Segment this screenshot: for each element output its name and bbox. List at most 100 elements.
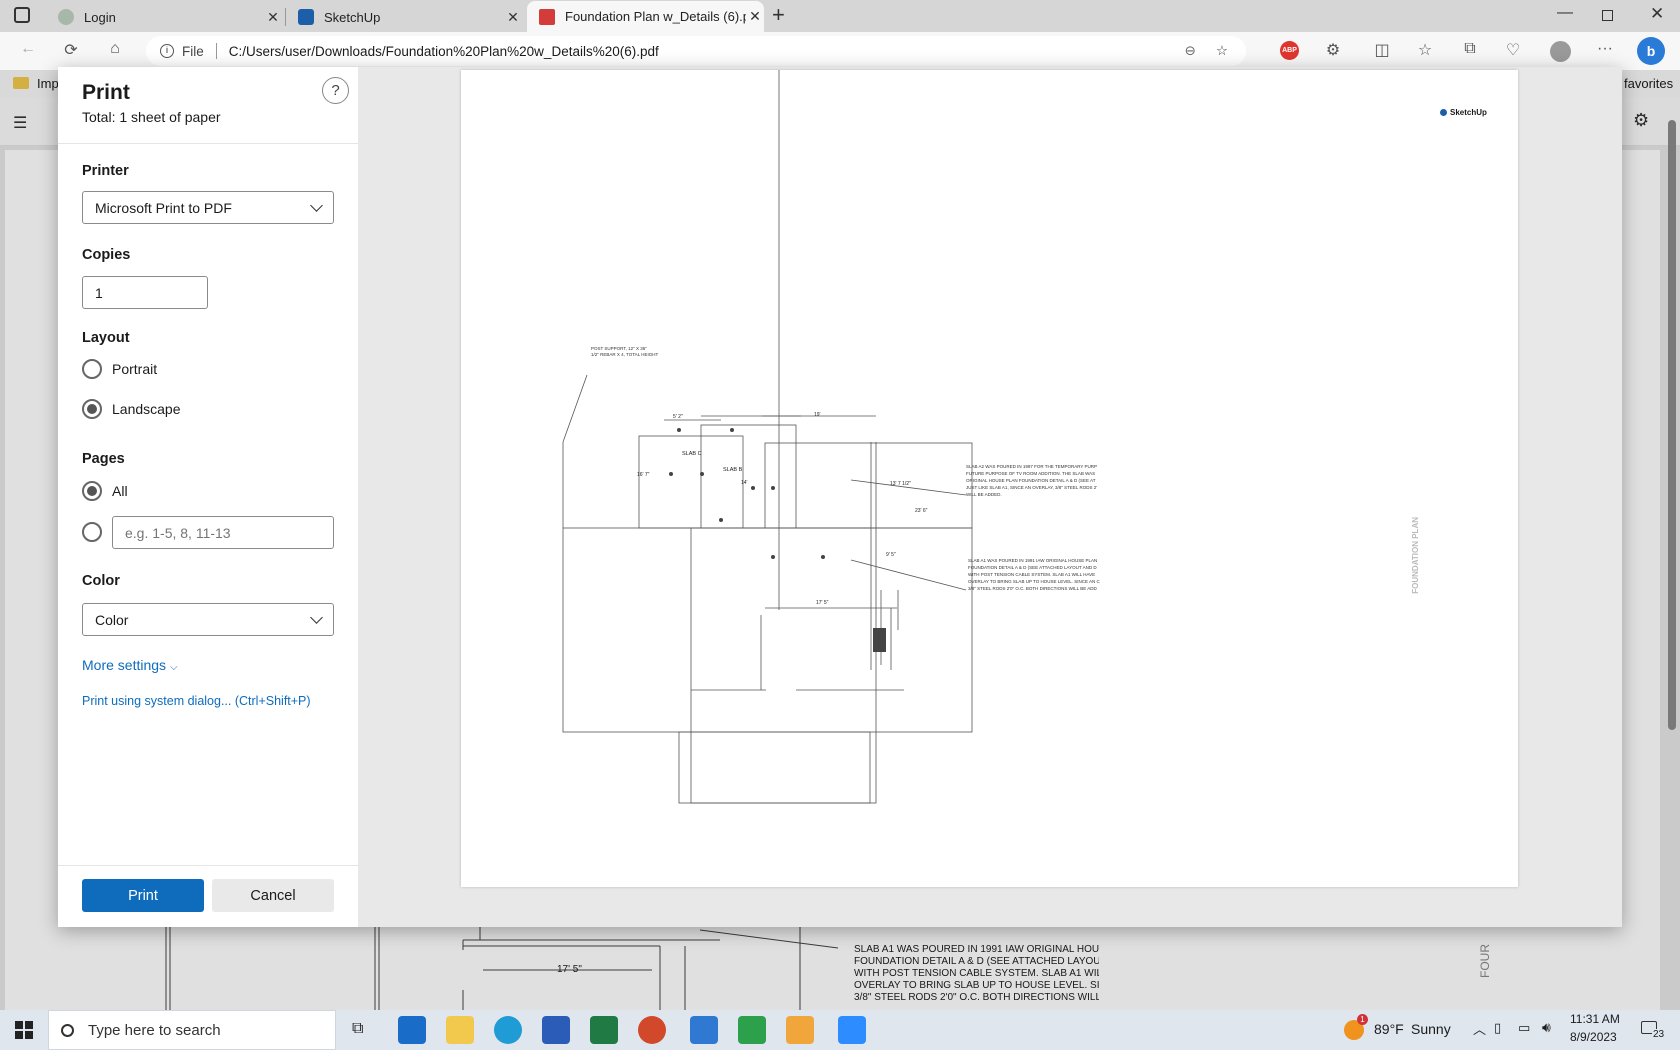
page-range-input[interactable] [112,516,334,549]
refresh-button[interactable]: ⟳ [56,40,86,60]
chevron-down-icon [310,610,323,624]
start-button[interactable] [15,1021,33,1039]
close-tab-icon[interactable]: ✕ [504,9,522,26]
system-dialog-link[interactable]: Print using system dialog... (Ctrl+Shift… [82,694,311,708]
media-app-icon[interactable] [786,1016,814,1044]
copies-label: Copies [82,247,131,263]
dimension-label: 13' 7 1/2" [890,481,911,487]
slab-c-label: SLAB C [682,451,702,457]
notification-count: 23 [1652,1029,1666,1040]
maximize-button[interactable] [1602,10,1613,21]
landscape-radio[interactable] [82,399,102,419]
close-window-button[interactable]: ✕ [1650,4,1664,24]
more-settings-link[interactable]: More settings ⌵ [82,657,178,673]
note-line: 3/8" STEEL RODS 2'0" O.C. BOTH DIRECTION… [968,586,1097,591]
browser-essentials-icon[interactable]: ♡ [1498,40,1528,60]
print-settings-panel: Print Total: 1 sheet of paper ? Printer … [58,67,358,927]
url-text: C:/Users/user/Downloads/Foundation%20Pla… [228,43,659,59]
weather-badge: 1 [1357,1014,1368,1025]
battery-icon[interactable]: ▭ [1518,1020,1530,1036]
dimension-label: 19' [814,412,821,418]
portrait-radio[interactable] [82,359,102,379]
copies-input[interactable]: 1 [82,276,208,309]
login-favicon-icon [58,9,74,25]
split-screen-icon[interactable]: ◫ [1367,40,1397,60]
adblock-icon[interactable]: ABP [1280,41,1299,60]
print-button[interactable]: Print [82,879,204,912]
edge-icon[interactable] [494,1016,522,1044]
tab-actions-icon[interactable] [14,7,30,23]
pdf-favicon-icon [539,8,555,25]
tab-label: SketchUp [324,9,381,25]
address-bar[interactable]: i File C:/Users/user/Downloads/Foundatio… [146,36,1246,66]
note-line: OVERLAY TO BRING SLAB UP TO HOUSE LEVEL.… [968,579,1100,584]
word-icon[interactable] [542,1016,570,1044]
color-label: Color [82,573,120,589]
slab-b-label: SLAB B [723,467,743,473]
weather-temp[interactable]: 89°F [1374,1021,1404,1037]
portrait-label[interactable]: Portrait [112,361,157,377]
cancel-button[interactable]: Cancel [212,879,334,912]
pages-custom-radio[interactable] [82,522,102,542]
dimension-label: 14' [741,480,748,486]
outlook-icon[interactable] [398,1016,426,1044]
close-tab-icon[interactable]: ✕ [746,8,764,25]
chart-app-icon[interactable] [738,1016,766,1044]
slab-a1-note: SLAB A1 WAS POURED IN 1991 IAW ORIGINAL … [968,557,1113,592]
task-view-icon[interactable]: ⧉ [352,1020,363,1038]
search-placeholder: Type here to search [88,1021,221,1039]
chevron-up-icon[interactable]: ︿ [1473,1019,1486,1038]
excel-icon[interactable] [590,1016,618,1044]
note-line: JUST LIKE SLAB A1, SINCE AN OVERLAY, 3/8… [966,485,1098,490]
tab-label: Foundation Plan w_Details (6).pdf [565,9,746,24]
home-button[interactable]: ⌂ [100,40,130,58]
slab-a2-note: SLAB A2 WAS POURED IN 1997 FOR THE TEMPO… [966,463,1113,498]
back-button[interactable]: ← [13,40,43,58]
minimize-button[interactable]: — [1557,4,1573,22]
favorites-icon[interactable]: ☆ [1410,40,1440,60]
volume-icon[interactable]: 🔊︎ [1542,1019,1551,1036]
search-icon [61,1023,74,1037]
file-explorer-icon[interactable] [446,1016,474,1044]
url-divider [215,43,217,59]
close-tab-icon[interactable]: ✕ [264,9,282,26]
info-icon[interactable]: i [160,44,174,58]
clock-time[interactable]: 11:31 AM [1570,1012,1620,1026]
favorite-star-icon[interactable]: ☆ [1216,43,1228,59]
copies-value: 1 [95,284,103,301]
tab-login[interactable]: Login ✕ [46,2,282,32]
more-menu-icon[interactable]: ··· [1590,40,1620,58]
weather-condition[interactable]: Sunny [1411,1021,1451,1037]
copilot-icon[interactable]: b [1637,37,1665,65]
zoom-out-icon[interactable]: ⊖ [1185,43,1196,59]
collections-icon[interactable]: ⧉ [1455,40,1485,58]
note-line: 1/2" REBAR X 4, TOTAL HEIGHT [591,352,659,357]
powerpoint-icon[interactable] [638,1016,666,1044]
tab-pdf[interactable]: Foundation Plan w_Details (6).pdf ✕ [527,1,764,32]
dimension-label: 9' 5" [886,552,896,558]
print-preview-page: SketchUp FOUNDATION PLAN POST SUPPORT, 1… [461,70,1518,887]
store-icon[interactable] [690,1016,718,1044]
note-line: WITH POST TENSION CABLE SYSTEM. SLAB A1 … [968,572,1096,577]
footer-divider [58,865,358,866]
help-button[interactable]: ? [322,77,349,104]
post-support-note: POST SUPPORT, 12" X 36" 1/2" REBAR X 4, … [591,346,658,358]
extensions-icon[interactable]: ⚙ [1318,40,1348,60]
profile-avatar[interactable] [1550,41,1571,62]
tab-label: Login [84,9,116,25]
tab-sketchup[interactable]: SketchUp ✕ [286,2,522,32]
landscape-label[interactable]: Landscape [112,401,181,417]
taskbar-search-box[interactable]: Type here to search [48,1010,336,1050]
clock-date[interactable]: 8/9/2023 [1570,1030,1617,1044]
pages-all-label[interactable]: All [112,483,128,499]
zoom-icon[interactable] [838,1016,866,1044]
new-tab-button[interactable]: + [772,2,785,28]
dimension-label: 16' 7" [637,472,650,478]
chevron-down-icon [310,198,323,212]
tray-icon[interactable]: ▯ [1494,1020,1501,1036]
more-settings-label: More settings [82,657,167,673]
pages-all-radio[interactable] [82,481,102,501]
printer-select[interactable]: Microsoft Print to PDF [82,191,334,224]
dimension-label: 5' 2" [673,414,683,420]
color-select[interactable]: Color [82,603,334,636]
